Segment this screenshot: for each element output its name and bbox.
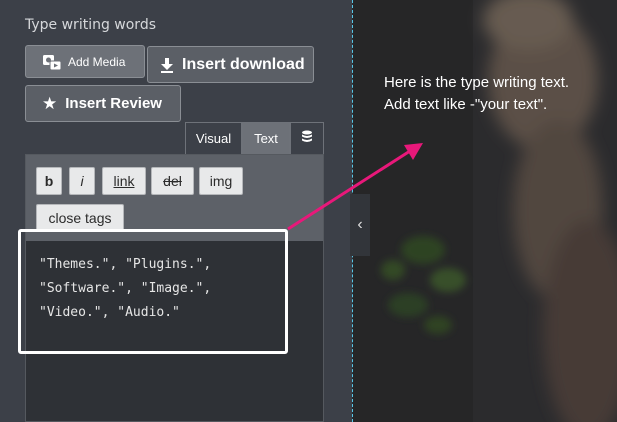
annotation-arrow <box>287 143 423 231</box>
